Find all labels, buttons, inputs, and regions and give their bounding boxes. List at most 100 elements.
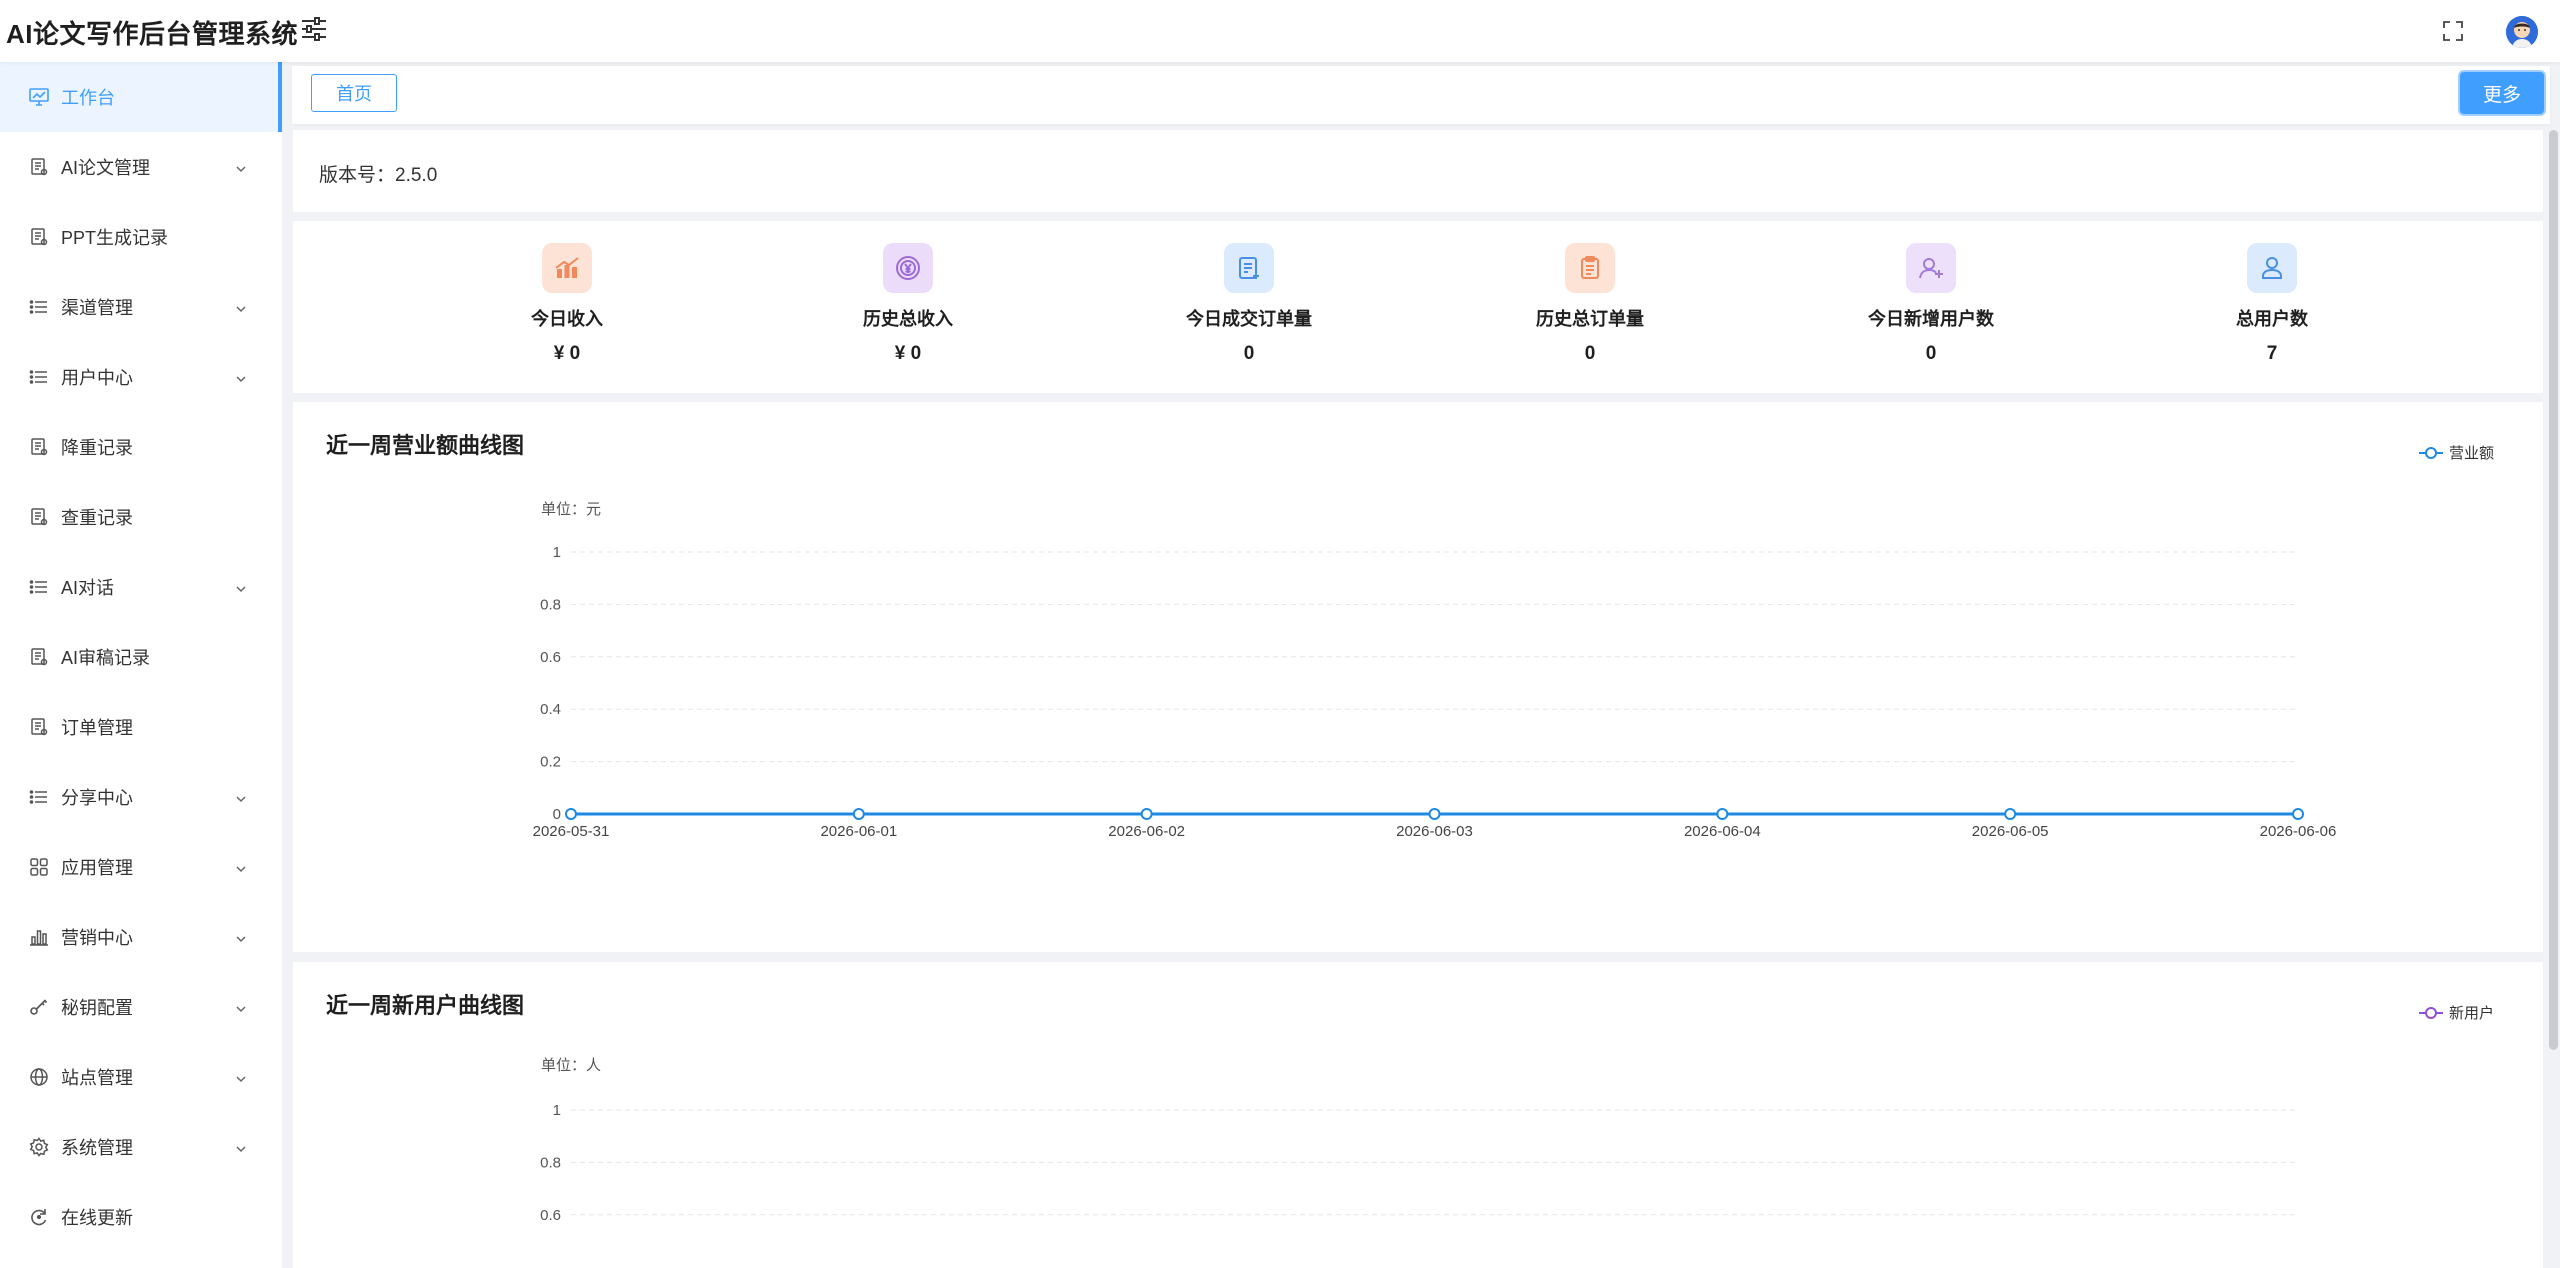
stat-value: ¥ 0 [553, 343, 581, 364]
x-tick-label: 2026-06-06 [2260, 823, 2337, 840]
sidebar-item[interactable]: 在线更新 [0, 1182, 282, 1252]
document-icon [28, 226, 50, 248]
sidebar-item-label: AI对话 [61, 578, 115, 598]
stat-item: 总用户数 7 [2152, 243, 2392, 365]
tab-home[interactable]: 首页 [311, 74, 397, 112]
chevron-down-icon [234, 1140, 248, 1154]
sidebar-item[interactable]: 站点管理 [0, 1042, 282, 1112]
list-icon [28, 576, 50, 598]
chevron-down-icon [234, 860, 248, 874]
x-tick-label: 2026-06-03 [1396, 823, 1473, 840]
app-title: AI论文写作后台管理系统 [6, 19, 299, 49]
fullscreen-icon[interactable] [2440, 18, 2466, 44]
sidebar-item[interactable]: AI对话 [0, 552, 282, 622]
more-button[interactable]: 更多 [2460, 72, 2544, 114]
sidebar-item[interactable]: PPT生成记录 [0, 202, 282, 272]
list-icon [28, 296, 50, 318]
gear-icon [28, 1136, 50, 1158]
stats-card: 今日收入 ¥ 0 历史总收入 ¥ 0 今日成交订单量 0 历史总订单量 0 今日新增用户数 0 总用… [293, 221, 2543, 393]
stat-item: 今日新增用户数 0 [1811, 243, 2051, 365]
user-avatar[interactable] [2506, 16, 2538, 48]
list-icon [28, 366, 50, 388]
stat-title: 今日新增用户数 [1868, 309, 1994, 329]
sidebar-item-label: AI审稿记录 [61, 648, 151, 668]
stat-value: 7 [2266, 343, 2278, 364]
page-scrollbar[interactable] [2549, 130, 2558, 1050]
document-icon [28, 436, 50, 458]
sidebar-item-label: 用户中心 [61, 368, 133, 388]
stat-value: 0 [1925, 343, 1937, 364]
stat-title: 今日收入 [531, 309, 603, 329]
top-header: AI论文写作后台管理系统 [0, 0, 2560, 62]
yuan-coin-icon [883, 243, 933, 293]
sidebar-item[interactable]: 营销中心 [0, 902, 282, 972]
sidebar-item[interactable]: 降重记录 [0, 412, 282, 482]
sidebar-item[interactable]: 订单管理 [0, 692, 282, 762]
sidebar-item[interactable]: 分享中心 [0, 762, 282, 832]
y-tick-label: 0.8 [540, 596, 561, 613]
refresh-icon [28, 1206, 50, 1228]
data-point [1140, 808, 1153, 820]
sidebar-item-label: PPT生成记录 [61, 228, 169, 248]
revenue-chart-card: 近一周营业额曲线图 营业额 单位：元 1 0.8 0.6 0.4 0.2 0 2026-05… [293, 402, 2543, 952]
grid-icon [28, 856, 50, 878]
add-user-icon [1906, 243, 1956, 293]
list-icon [28, 786, 50, 808]
sidebar-item-label: 订单管理 [61, 718, 133, 738]
sidebar-item[interactable]: 工作台 [0, 62, 282, 132]
stat-title: 历史总收入 [863, 309, 953, 329]
document-icon [28, 506, 50, 528]
y-tick-label: 0.2 [540, 754, 561, 771]
bar-chart-icon [28, 926, 50, 948]
sidebar-item-label: 秘钥配置 [61, 998, 133, 1018]
y-tick-label: 0.6 [540, 1207, 561, 1224]
sidebar-item-label: 站点管理 [61, 1068, 133, 1088]
stat-value: 0 [1584, 343, 1596, 364]
workbench-icon [28, 86, 50, 108]
x-tick-label: 2026-06-05 [1972, 823, 2049, 840]
sidebar: 工作台 AI论文管理 PPT生成记录渠道管理用户中心降重记录查重记录 AI对话 AI审稿… [0, 62, 282, 1268]
income-icon [542, 243, 592, 293]
globe-icon [28, 1066, 50, 1088]
data-point [1428, 808, 1441, 820]
collapse-menu-icon[interactable] [298, 14, 330, 44]
new-user-chart-card: 近一周新用户曲线图 新用户 单位：人 1 0.8 0.6 [293, 962, 2543, 1268]
data-point [1716, 808, 1729, 820]
stat-title: 今日成交订单量 [1186, 309, 1312, 329]
sidebar-item[interactable]: 系统管理 [0, 1112, 282, 1182]
document-icon [28, 716, 50, 738]
clipboard-icon [1565, 243, 1615, 293]
new-user-line-chart: 1 0.8 0.6 [540, 1102, 2298, 1224]
sidebar-item[interactable]: AI审稿记录 [0, 622, 282, 692]
sidebar-item-label: 营销中心 [61, 928, 133, 948]
sidebar-item[interactable]: AI论文管理 [0, 132, 282, 202]
x-tick-label: 2026-06-02 [1108, 823, 1185, 840]
data-point [565, 808, 577, 820]
y-tick-label: 1 [553, 1102, 561, 1119]
stat-item: 历史总收入 ¥ 0 [788, 243, 1028, 365]
chevron-down-icon [234, 1000, 248, 1014]
chevron-down-icon [234, 790, 248, 804]
stat-title: 历史总订单量 [1536, 309, 1644, 329]
sidebar-item-label: 工作台 [61, 88, 115, 108]
sidebar-item[interactable]: 应用管理 [0, 832, 282, 902]
sidebar-item-label: 查重记录 [61, 508, 133, 528]
sidebar-item-label: AI论文管理 [61, 158, 151, 178]
data-point [2292, 808, 2304, 820]
x-tick-label: 2026-06-01 [820, 823, 897, 840]
sidebar-item-label: 系统管理 [61, 1138, 133, 1158]
sidebar-item[interactable]: 秘钥配置 [0, 972, 282, 1042]
chevron-down-icon [234, 580, 248, 594]
stat-value: 0 [1243, 343, 1255, 364]
version-card: 版本号：2.5.0 [293, 130, 2543, 212]
sidebar-item[interactable]: 查重记录 [0, 482, 282, 552]
sidebar-item[interactable]: 渠道管理 [0, 272, 282, 342]
sidebar-item-label: 应用管理 [61, 858, 133, 878]
sidebar-item-label: 分享中心 [61, 788, 133, 808]
sidebar-item[interactable]: 用户中心 [0, 342, 282, 412]
document-icon [28, 156, 50, 178]
order-icon [1224, 243, 1274, 293]
y-tick-label: 0 [553, 806, 561, 823]
x-tick-label: 2026-06-04 [1684, 823, 1761, 840]
chevron-down-icon [234, 300, 248, 314]
